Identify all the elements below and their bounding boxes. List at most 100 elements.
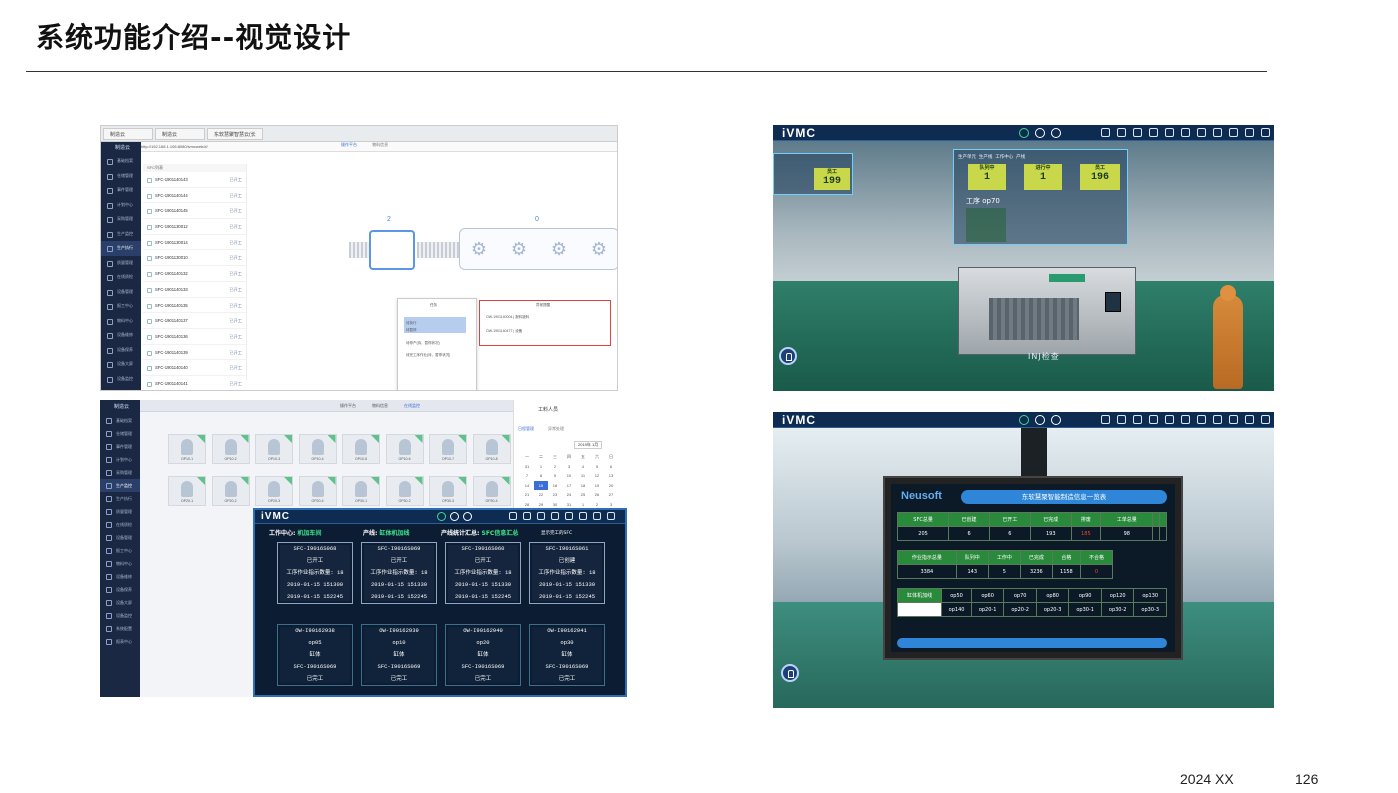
sidebar-item[interactable]: 生产监控 — [101, 227, 141, 242]
sidebar-item[interactable]: 计划中心 — [100, 453, 140, 466]
station-card[interactable]: OP20-4 — [298, 476, 337, 506]
sidebar-item[interactable]: 设备维修 — [101, 328, 141, 343]
sfc-card[interactable]: SFC-I9016S068 已开工 工序作业指示数量: 18 2019-01-15 1… — [277, 542, 353, 604]
calendar-day[interactable]: 23 — [548, 490, 562, 500]
search-icon[interactable] — [1149, 128, 1158, 137]
calendar-day[interactable]: 19 — [590, 481, 604, 491]
calendar-day[interactable]: 17 — [562, 481, 576, 491]
sidebar-item[interactable]: 仓储管理 — [101, 169, 141, 184]
station-card[interactable]: OP10-4 — [298, 434, 337, 464]
sfc-card[interactable]: SFC-I9016S060 已开工 工序作业指示数量: 18 2019-01-15 1… — [445, 542, 521, 604]
table-row[interactable]: SFC-1901140133 已开工 — [143, 282, 246, 298]
sidebar-item[interactable]: 事件管理 — [100, 440, 140, 453]
box-icon[interactable] — [1213, 415, 1222, 424]
popup-item[interactable]: 待完工序作业(待，暂停状况) — [406, 353, 450, 358]
table-row[interactable]: SFC-1901130012 已开工 — [143, 219, 246, 235]
sidebar-item[interactable]: 报工中心 — [101, 299, 141, 314]
calendar-day[interactable]: 18 — [576, 481, 590, 491]
station-card[interactable]: OP10-3 — [255, 434, 293, 464]
station-card[interactable]: OP30-1 — [342, 476, 380, 506]
calendar-day[interactable]: 4 — [576, 462, 590, 472]
station-card[interactable]: OP10-2 — [211, 434, 250, 464]
sidebar-item[interactable]: 生产监控 — [100, 479, 140, 492]
exit-icon[interactable] — [1101, 415, 1110, 424]
building-icon[interactable] — [565, 512, 573, 520]
table-row[interactable]: SFC-1901140143 已开工 — [143, 172, 246, 188]
stop-icon[interactable] — [1051, 128, 1061, 138]
sidebar-item[interactable]: 生产执行 — [100, 492, 140, 505]
sidebar-item[interactable]: 设备监控 — [101, 372, 141, 387]
table-row[interactable]: SFC-1901140136 已开工 — [143, 329, 246, 345]
sidebar-item[interactable]: 在线质检 — [101, 270, 141, 285]
calendar-day[interactable]: 7 — [520, 471, 534, 481]
station-box[interactable] — [369, 230, 415, 270]
sidebar-item[interactable]: 基础档案 — [101, 154, 141, 169]
calendar-day[interactable]: 13 — [604, 471, 618, 481]
table-row[interactable]: SFC-1901140132 已开工 — [143, 266, 246, 282]
browser-tab[interactable]: 制造云 — [155, 128, 205, 140]
exit-icon[interactable] — [1101, 128, 1110, 137]
sfc-card[interactable]: SFC-I9016S069 已开工 工序作业指示数量: 18 2019-01-15 1… — [361, 542, 437, 604]
calendar-day[interactable]: 24 — [562, 490, 576, 500]
info-board[interactable]: Neusoft 东软慧聚智能制造信息一览表 SFC总量 已创建 已开工 已完成 排废 工单… — [885, 478, 1181, 658]
sidebar-item[interactable]: 设备维修 — [100, 570, 140, 583]
box-icon[interactable] — [1213, 128, 1222, 137]
tab-operation[interactable]: 操作平台 — [341, 142, 357, 147]
tab-schedule[interactable]: 日程管理 — [518, 426, 534, 432]
building-icon[interactable] — [1181, 128, 1190, 137]
key-icon[interactable] — [1117, 415, 1126, 424]
table-row[interactable]: SFC-1901140135 已开工 — [143, 298, 246, 314]
pause-icon[interactable] — [1035, 415, 1045, 425]
stop-icon[interactable] — [463, 512, 472, 521]
work-order-card[interactable]: OW-I90162941 op30 缸体 SFC-I9016S069 已完工 — [529, 624, 605, 686]
sidebar-item[interactable]: 质量管理 — [100, 505, 140, 518]
view-icon[interactable] — [1165, 128, 1174, 137]
save-icon[interactable] — [593, 512, 601, 520]
home-icon[interactable] — [1197, 415, 1206, 424]
station-card[interactable]: OP20-1 — [168, 476, 206, 506]
popup-item[interactable]: 待暂停 — [406, 328, 417, 333]
share-icon[interactable] — [1229, 415, 1238, 424]
dot-icon[interactable] — [1133, 128, 1142, 137]
calendar-day[interactable]: 31 — [520, 462, 534, 472]
sidebar-item[interactable]: 设备大屏 — [101, 357, 141, 372]
calendar-day[interactable]: 26 — [590, 490, 604, 500]
calendar-day[interactable]: 21 — [520, 490, 534, 500]
calendar-day[interactable]: 2 — [548, 462, 562, 472]
station-card[interactable]: OP10-7 — [429, 434, 467, 464]
location-pin-icon[interactable] — [779, 347, 797, 365]
tab-material[interactable]: 物料信息 — [372, 403, 388, 409]
sidebar-item[interactable]: 设备管理 — [100, 531, 140, 544]
sidebar-item[interactable]: 计划中心 — [101, 198, 141, 213]
station-card[interactable]: OP20-2 — [211, 476, 250, 506]
sfc-card[interactable]: SFC-I9016S061 已创建 工序作业指示数量: 18 2019-01-15 1… — [529, 542, 605, 604]
play-icon[interactable] — [1019, 128, 1029, 138]
sidebar-item[interactable]: 采购管理 — [100, 466, 140, 479]
work-order-card[interactable]: OW-I90162938 op05 缸体 SFC-I9016S069 已完工 — [277, 624, 353, 686]
calendar-day[interactable]: 8 — [534, 471, 548, 481]
table-row[interactable]: SFC-1901140144 已开工 — [143, 188, 246, 204]
save-icon[interactable] — [1245, 415, 1254, 424]
calendar-day[interactable]: 12 — [590, 471, 604, 481]
calendar-day[interactable]: 20 — [604, 481, 618, 491]
share-icon[interactable] — [1229, 128, 1238, 137]
location-pin-icon[interactable] — [781, 664, 799, 682]
view-icon[interactable] — [551, 512, 559, 520]
calendar-day[interactable]: 6 — [604, 462, 618, 472]
calendar-day[interactable]: 16 — [548, 481, 562, 491]
alert-item[interactable]: OW-1901140004 | 报料缺料 — [486, 315, 529, 320]
search-icon[interactable] — [537, 512, 545, 520]
tab-operation[interactable]: 操作平台 — [340, 403, 356, 409]
sidebar-item[interactable]: 报表中心 — [100, 635, 140, 648]
pause-icon[interactable] — [1035, 128, 1045, 138]
station-card[interactable]: OP30-4 — [472, 476, 511, 506]
machine[interactable] — [958, 267, 1136, 355]
alert-item[interactable]: OW-1901140477 | 设备 — [486, 329, 522, 334]
sidebar-item[interactable]: 物料中心 — [100, 557, 140, 570]
sidebar-item[interactable]: 设备监控 — [100, 609, 140, 622]
sidebar-item[interactable]: 设备保养 — [101, 343, 141, 358]
tab-material[interactable]: 物料信息 — [372, 142, 388, 147]
calendar-day[interactable]: 22 — [534, 490, 548, 500]
calendar-day[interactable]: 15 — [534, 480, 548, 490]
tab-monitor[interactable]: 在线监控 — [404, 403, 420, 409]
